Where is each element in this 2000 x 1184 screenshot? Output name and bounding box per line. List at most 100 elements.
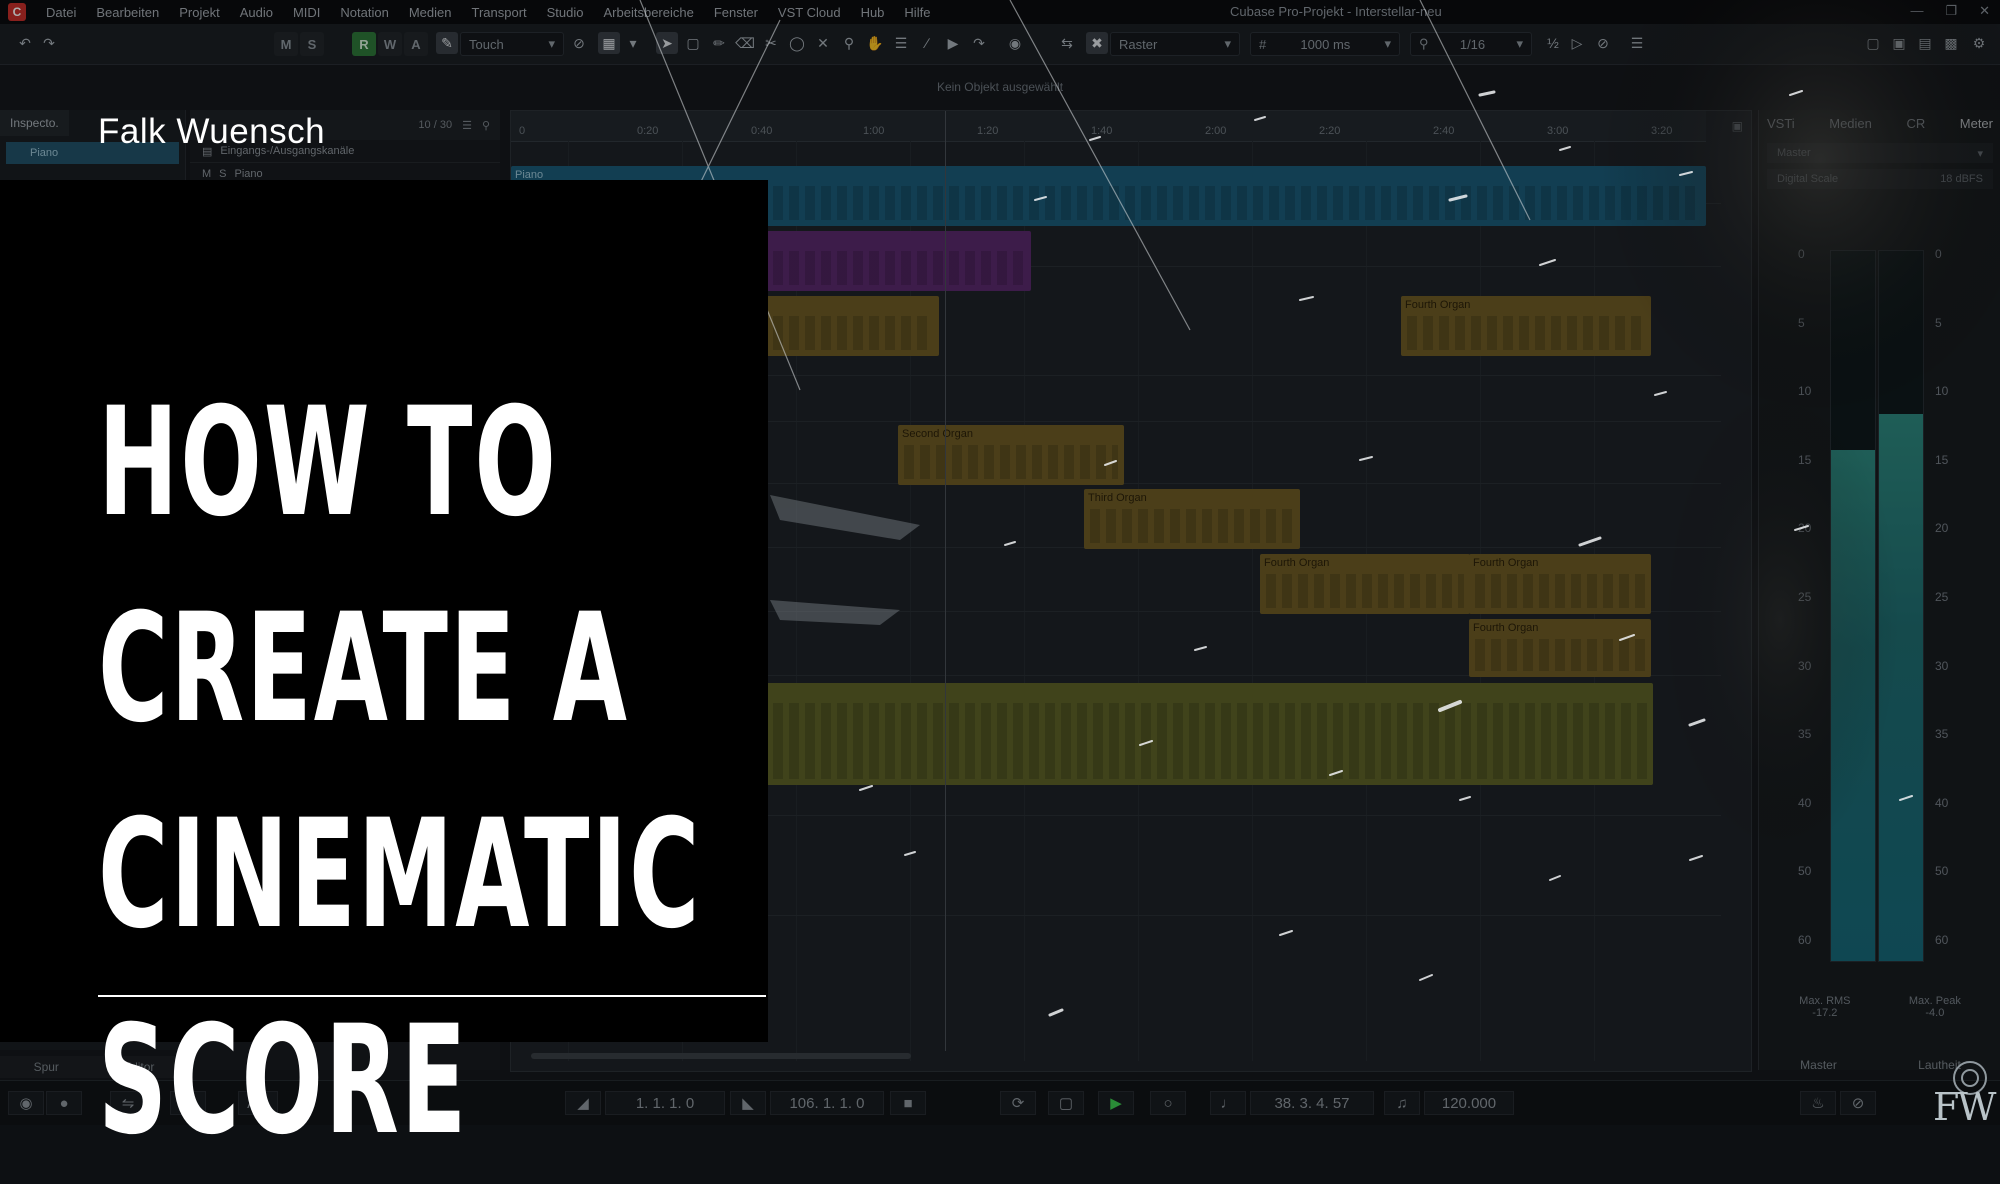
- minimize-icon[interactable]: —: [1910, 3, 1923, 19]
- grid-select[interactable]: # 1000 ms ▾: [1250, 32, 1400, 56]
- quantize-apply-icon[interactable]: ▷: [1566, 32, 1588, 54]
- record-button-icon[interactable]: ○: [1150, 1091, 1186, 1115]
- chevron-down-icon[interactable]: ▾: [622, 32, 644, 54]
- tab-meter[interactable]: Meter: [1960, 116, 1993, 131]
- menu-projekt[interactable]: Projekt: [169, 5, 229, 20]
- menu-medien[interactable]: Medien: [399, 5, 462, 20]
- midi-part-fourth-organ[interactable]: Fourth Organ: [1401, 296, 1651, 356]
- undo-icon[interactable]: ↶: [14, 32, 36, 54]
- gear-icon[interactable]: ⚙: [1968, 32, 1990, 54]
- erase-tool-icon[interactable]: ⌫: [734, 32, 756, 54]
- play-tool-icon[interactable]: ▶: [942, 32, 964, 54]
- restore-icon[interactable]: ❐: [1945, 3, 1957, 19]
- timewarp-tool-icon[interactable]: ☰: [890, 32, 912, 54]
- timeline-ruler[interactable]: 0 0:20 0:40 1:00 1:20 1:40 2:00 2:20 2:4…: [511, 111, 1706, 142]
- menu-arbeitsbereiche[interactable]: Arbeitsbereiche: [594, 5, 704, 20]
- quantize-settings-icon[interactable]: ⊘: [1592, 32, 1614, 54]
- tempo-icon[interactable]: ♫: [1384, 1091, 1420, 1115]
- close-icon[interactable]: ✕: [1979, 3, 1990, 19]
- split-tool-icon[interactable]: ✂: [760, 32, 782, 54]
- snap-type-select[interactable]: Raster ▾: [1110, 32, 1240, 56]
- snap-icon[interactable]: ✖: [1086, 32, 1108, 54]
- search-icon[interactable]: ⚲: [482, 119, 490, 132]
- project-cursor[interactable]: [945, 111, 946, 1051]
- tab-master[interactable]: Master: [1758, 1058, 1879, 1072]
- glue-tool-icon[interactable]: ◯: [786, 32, 808, 54]
- tempo-field[interactable]: 120.000: [1424, 1091, 1514, 1115]
- lock-icon[interactable]: ■: [890, 1091, 926, 1115]
- autoscroll-icon[interactable]: ⇆: [1056, 32, 1078, 54]
- automation-a-button[interactable]: A: [404, 32, 428, 56]
- left-locator-icon[interactable]: ◢: [565, 1091, 601, 1115]
- tab-inspector[interactable]: Inspecto.: [0, 110, 69, 136]
- solo-button[interactable]: S: [219, 168, 226, 180]
- range-tool-icon[interactable]: ▢: [682, 32, 704, 54]
- right-locator-icon[interactable]: ◣: [730, 1091, 766, 1115]
- right-locator-field[interactable]: 106. 1. 1. 0: [770, 1091, 884, 1115]
- solo-button[interactable]: S: [300, 32, 324, 56]
- draw-tool-icon[interactable]: ✏: [708, 32, 730, 54]
- menu-notation[interactable]: Notation: [330, 5, 398, 20]
- zoom-tool-icon[interactable]: ⚲: [838, 32, 860, 54]
- redo-icon[interactable]: ↷: [38, 32, 60, 54]
- list-icon[interactable]: ☰: [462, 119, 472, 132]
- left-locator-field[interactable]: 1. 1. 1. 0: [605, 1091, 725, 1115]
- menu-transport[interactable]: Transport: [461, 5, 536, 20]
- iterative-quantize-icon[interactable]: ½: [1542, 32, 1564, 54]
- midi-part-fourth-organ[interactable]: Fourth Organ: [1469, 554, 1651, 614]
- tab-medien[interactable]: Medien: [1829, 116, 1872, 131]
- ruler-tick: 0: [519, 125, 526, 137]
- constrain-delay-icon[interactable]: ▦: [598, 32, 620, 54]
- midi-part-third-organ[interactable]: Third Organ: [1084, 489, 1300, 549]
- tab-spur[interactable]: Spur: [0, 1056, 93, 1078]
- record-mode-icon[interactable]: ◉: [8, 1091, 44, 1115]
- menu-studio[interactable]: Studio: [537, 5, 594, 20]
- suspend-icon[interactable]: ⊘: [568, 32, 590, 54]
- record-icon[interactable]: ●: [46, 1091, 82, 1115]
- tuner-icon[interactable]: ♨: [1800, 1091, 1836, 1115]
- grid-settings-icon[interactable]: ☰: [1626, 32, 1648, 54]
- layout-right-icon[interactable]: ▤: [1914, 32, 1936, 54]
- cycle-icon[interactable]: ⟳: [1000, 1091, 1036, 1115]
- midi-part-second-organ[interactable]: Second Organ: [898, 425, 1124, 485]
- play-icon[interactable]: ▶: [1098, 1091, 1134, 1115]
- stop-icon[interactable]: ▢: [1048, 1091, 1084, 1115]
- meter-scale-select[interactable]: Digital Scale 18 dBFS: [1767, 169, 1993, 189]
- layout-left-icon[interactable]: ▢: [1862, 32, 1884, 54]
- mute-button[interactable]: M: [274, 32, 298, 56]
- quantize-select[interactable]: ⚲ 1/16 ▾: [1410, 32, 1532, 56]
- mute-tool-icon[interactable]: ✕: [812, 32, 834, 54]
- layout-bottom-icon[interactable]: ▣: [1888, 32, 1910, 54]
- automation-mode-icon[interactable]: ✎: [436, 32, 458, 54]
- midi-part-fourth-organ[interactable]: Fourth Organ: [1469, 619, 1651, 677]
- read-automation-button[interactable]: R: [352, 32, 376, 56]
- line-tool-icon[interactable]: ∕: [916, 32, 938, 54]
- color-icon[interactable]: ◉: [1004, 32, 1026, 54]
- position-display[interactable]: 38. 3. 4. 57: [1250, 1091, 1374, 1115]
- menu-fenster[interactable]: Fenster: [704, 5, 768, 20]
- menu-midi[interactable]: MIDI: [283, 5, 330, 20]
- cubase-logo-icon[interactable]: C: [8, 3, 26, 21]
- menu-vst-cloud[interactable]: VST Cloud: [768, 5, 851, 20]
- automation-mode-select[interactable]: Touch ▾: [460, 32, 564, 56]
- chevron-down-icon: ▾: [1977, 147, 1983, 160]
- comp-tool-icon[interactable]: ↷: [968, 32, 990, 54]
- midi-part-fourth-organ[interactable]: Fourth Organ: [1260, 554, 1470, 614]
- meter-channel-select[interactable]: Master ▾: [1767, 143, 1993, 163]
- tab-vsti[interactable]: VSTi: [1767, 116, 1795, 131]
- expand-icon[interactable]: ▣: [1732, 119, 1743, 133]
- write-automation-button[interactable]: W: [378, 32, 402, 56]
- menu-audio[interactable]: Audio: [230, 5, 283, 20]
- mute-button[interactable]: M: [202, 168, 211, 180]
- menu-hilfe[interactable]: Hilfe: [894, 5, 940, 20]
- sync-icon[interactable]: ⊘: [1840, 1091, 1876, 1115]
- horizontal-scrollbar[interactable]: [531, 1053, 911, 1059]
- menu-hub[interactable]: Hub: [851, 5, 895, 20]
- time-format-icon[interactable]: ♩: [1210, 1091, 1246, 1115]
- menu-datei[interactable]: Datei: [36, 5, 86, 20]
- object-select-tool-icon[interactable]: ➤: [656, 32, 678, 54]
- rack-icon[interactable]: ▩: [1940, 32, 1962, 54]
- menu-bearbeiten[interactable]: Bearbeiten: [86, 5, 169, 20]
- hand-tool-icon[interactable]: ✋: [864, 32, 886, 54]
- tab-cr[interactable]: CR: [1906, 116, 1925, 131]
